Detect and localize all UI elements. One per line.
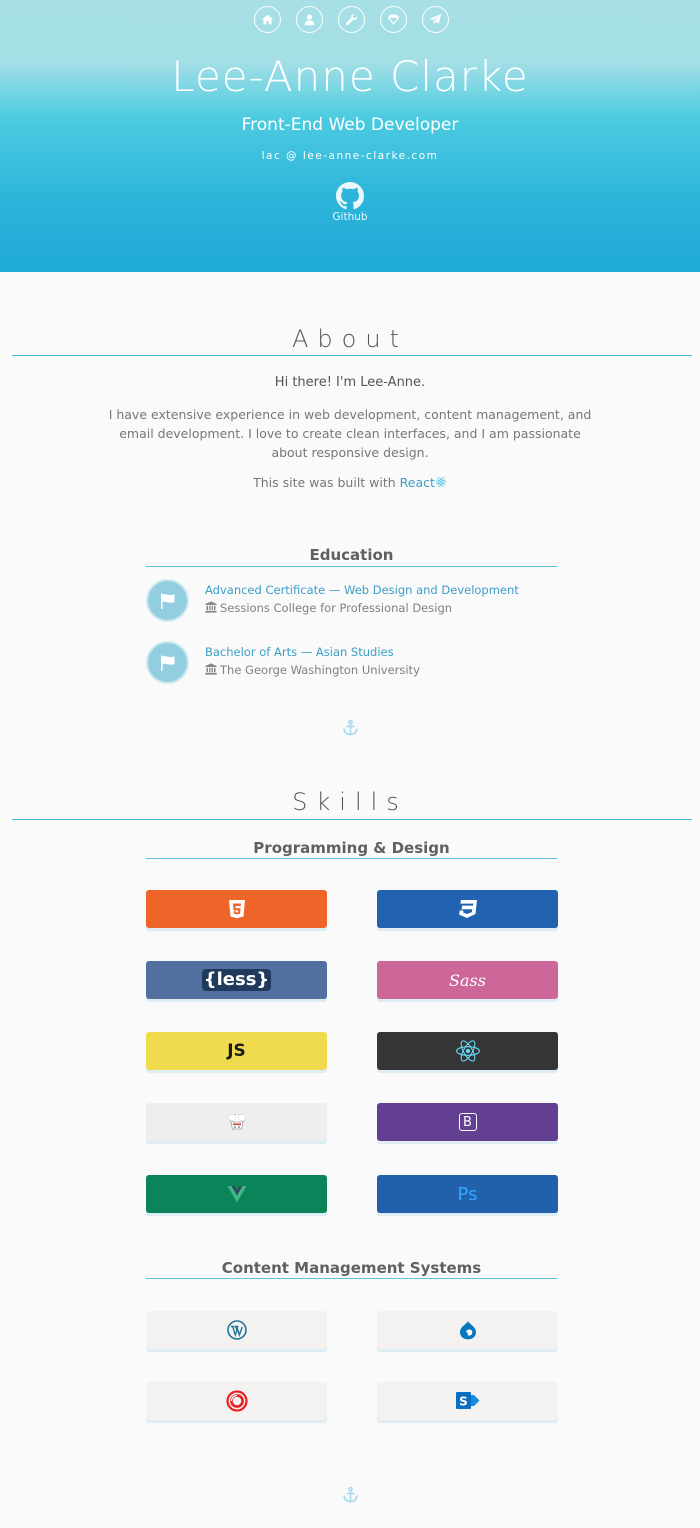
skill-tile-sass: Sass	[377, 961, 558, 999]
javascript-icon: JS	[227, 1041, 246, 1061]
home-icon	[262, 14, 273, 25]
flag-icon	[160, 655, 174, 671]
site-owner-name: Lee-Anne Clarke	[171, 52, 529, 101]
institution-icon	[205, 601, 217, 613]
education-degree: Advanced Certificate — Web Design and De…	[205, 583, 519, 597]
about-description: I have extensive experience in web devel…	[108, 407, 592, 460]
less-icon: {less}	[201, 969, 272, 991]
skill-tile-react	[377, 1032, 558, 1070]
education-degree: Bachelor of Arts — Asian Studies	[205, 645, 394, 659]
education-item: Advanced Certificate — Web Design and De…	[146, 579, 566, 625]
education-divider	[146, 566, 557, 567]
institution-icon	[205, 663, 217, 675]
cms-divider	[146, 1278, 557, 1279]
skill-tile-photoshop: Ps	[377, 1175, 558, 1213]
svg-text:S: S	[459, 1395, 468, 1409]
github-icon	[336, 182, 364, 210]
gulp-icon	[227, 1114, 246, 1130]
nav-about-button[interactable]	[296, 6, 323, 33]
education-school: The George Washington University	[205, 663, 420, 677]
skill-tile-javascript: JS	[146, 1032, 327, 1070]
education-school-name: Sessions College for Professional Design	[220, 601, 453, 615]
paper-plane-icon	[429, 13, 442, 24]
nav-home-button[interactable]	[254, 6, 281, 33]
education-school-name: The George Washington University	[220, 663, 420, 677]
top-nav	[0, 6, 700, 34]
skills-heading: Skills	[292, 788, 408, 816]
cms-heading: Content Management Systems	[221, 1259, 482, 1277]
diamond-icon	[387, 14, 400, 25]
built-with-prefix: This site was built with	[253, 475, 400, 490]
skill-tile-less: {less}	[146, 961, 327, 999]
user-icon	[304, 14, 315, 26]
skill-tile-gulp	[146, 1103, 327, 1141]
css3-icon	[458, 900, 477, 918]
github-link[interactable]: Github	[325, 182, 375, 223]
education-school: Sessions College for Professional Design	[205, 601, 452, 615]
wrench-icon	[345, 14, 357, 26]
education-badge	[146, 641, 189, 684]
nav-contact-button[interactable]	[422, 6, 449, 33]
bootstrap-icon: B	[458, 1113, 477, 1131]
programming-heading: Programming & Design	[253, 839, 450, 857]
skill-tile-wordpress	[146, 1311, 327, 1349]
contact-email[interactable]: lac @ lee-anne-clarke.com	[0, 150, 700, 162]
vue-icon	[227, 1186, 246, 1203]
job-title: Front-End Web Developer	[241, 115, 459, 135]
flag-icon	[160, 593, 174, 609]
skill-tile-drupal	[377, 1311, 558, 1349]
nav-projects-button[interactable]	[380, 6, 407, 33]
hero-header: Lee-Anne Clarke Front-End Web Developer …	[0, 0, 700, 272]
skill-tile-bootstrap: B	[377, 1103, 558, 1141]
sass-icon: Sass	[449, 970, 486, 990]
wordpress-icon	[226, 1320, 247, 1340]
react-link[interactable]: React	[400, 475, 447, 490]
html5-icon	[228, 900, 245, 919]
built-with-line: This site was built with React	[0, 475, 700, 490]
skill-tile-css3	[377, 890, 558, 928]
sharepoint-icon: S	[455, 1392, 479, 1409]
anchor-icon[interactable]	[342, 719, 359, 736]
github-label: Github	[332, 211, 368, 223]
drupal-icon	[459, 1321, 476, 1340]
about-divider	[12, 355, 692, 356]
skills-divider	[12, 819, 692, 820]
react-icon	[455, 1040, 480, 1062]
skill-tile-sitecore	[146, 1382, 327, 1420]
about-heading: About	[292, 325, 408, 353]
programming-divider	[146, 858, 557, 859]
nav-skills-button[interactable]	[338, 6, 365, 33]
skill-tile-vue	[146, 1175, 327, 1213]
photoshop-icon: Ps	[457, 1183, 478, 1205]
anchor-icon[interactable]	[342, 1486, 359, 1503]
sitecore-icon	[225, 1390, 248, 1412]
skill-tile-html5	[146, 890, 327, 928]
education-item: Bachelor of Arts — Asian Studies The Geo…	[146, 641, 566, 687]
react-link-label: React	[399, 475, 435, 490]
education-badge	[146, 579, 189, 622]
about-greeting: Hi there! I'm Lee-Anne.	[274, 375, 426, 390]
skill-tile-sharepoint: S	[377, 1382, 558, 1420]
react-atom-icon	[435, 477, 447, 487]
education-heading: Education	[309, 546, 394, 564]
